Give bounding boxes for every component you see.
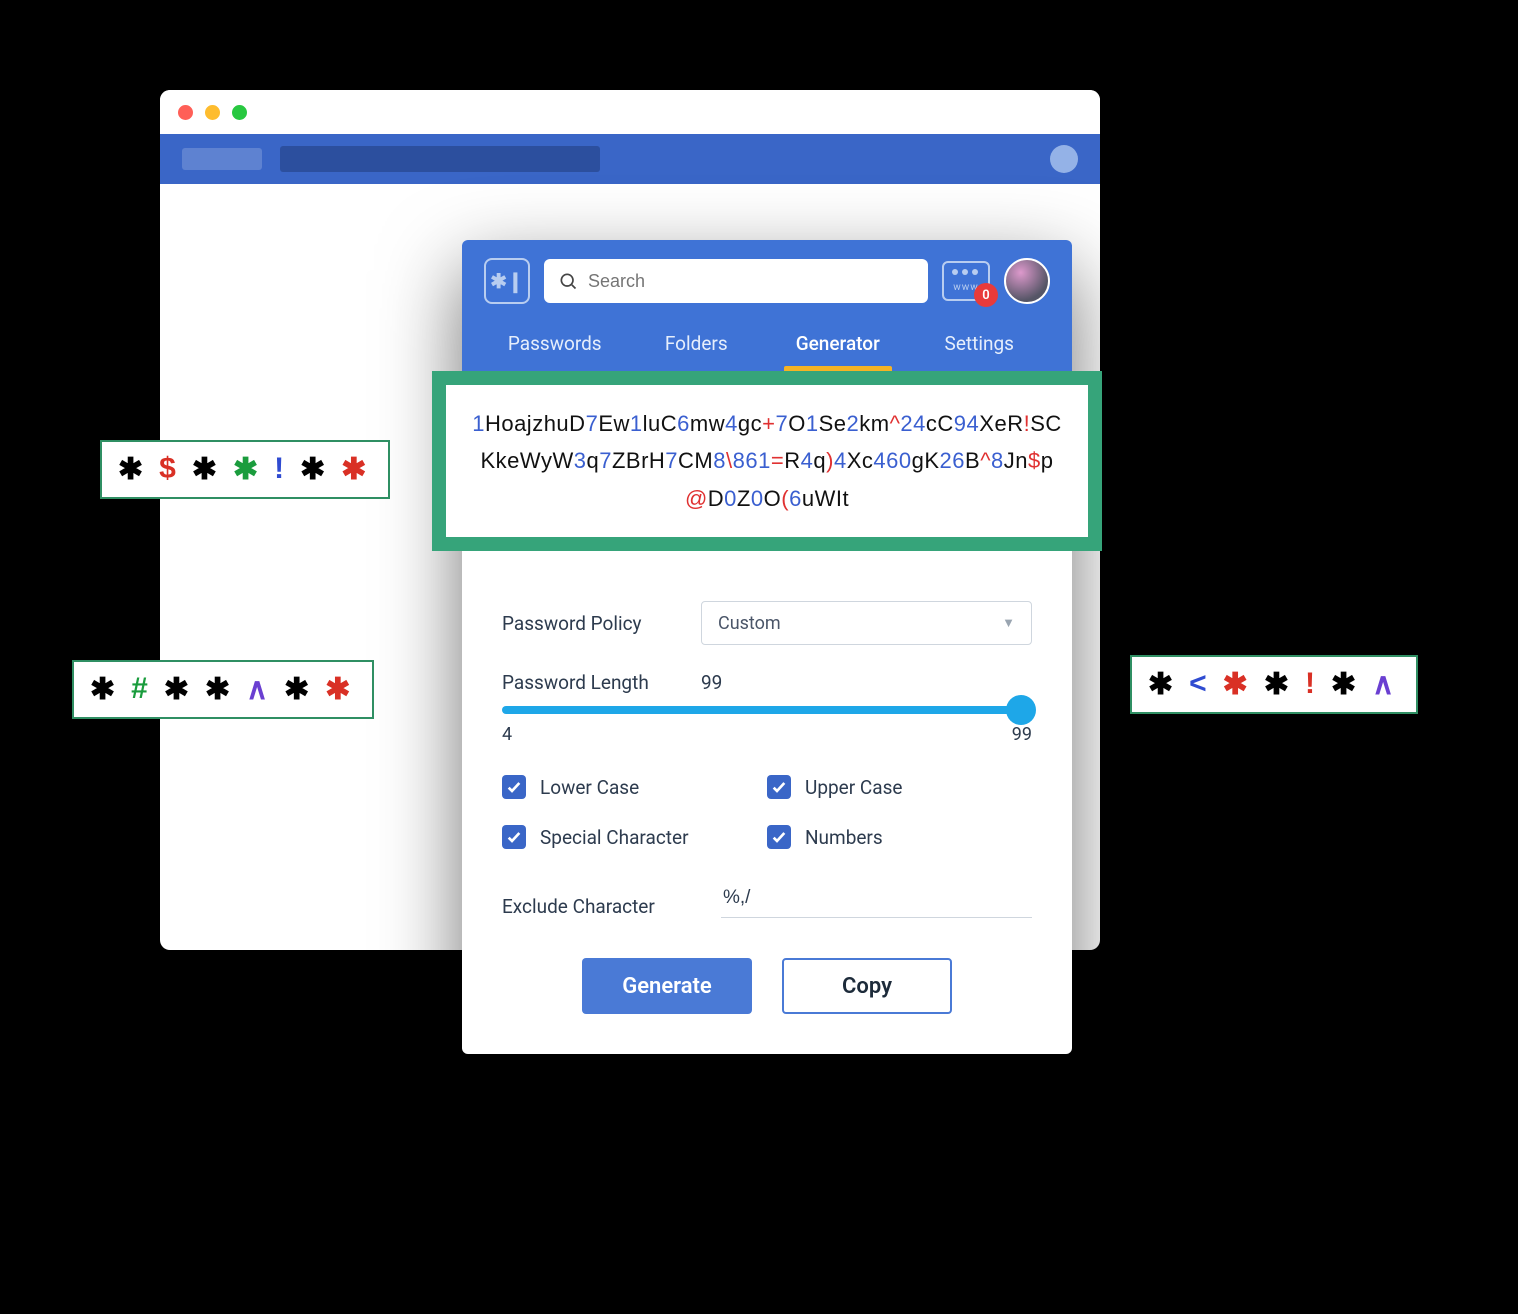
- decor-glyph-tag-1: ✱$✱✱!✱✱: [100, 440, 390, 499]
- checkbox-uppercase[interactable]: Upper Case: [767, 775, 1032, 799]
- toolbar-placeholder: [182, 148, 262, 170]
- checkmark-icon: [767, 825, 791, 849]
- checkmark-icon: [767, 775, 791, 799]
- tab-settings[interactable]: Settings: [909, 318, 1051, 371]
- checkbox-special[interactable]: Special Character: [502, 825, 767, 849]
- length-label: Password Length: [502, 671, 677, 694]
- generated-password-display[interactable]: 1HoajzhuD7Ew1luC6mw4gc+7O1Se2km^24cC94Xe…: [432, 371, 1102, 551]
- checkmark-icon: [502, 825, 526, 849]
- copy-button[interactable]: Copy: [782, 958, 952, 1014]
- tab-folders[interactable]: Folders: [626, 318, 768, 371]
- window-zoom-dot[interactable]: [232, 105, 247, 120]
- browser-titlebar: [160, 90, 1100, 134]
- tab-generator[interactable]: Generator: [767, 318, 909, 371]
- length-max: 99: [1012, 724, 1032, 745]
- length-value: 99: [701, 671, 722, 694]
- password-manager-panel: ✱❙ www 0 Passwords Folders Generator Set…: [462, 240, 1072, 1054]
- checkbox-numbers[interactable]: Numbers: [767, 825, 1032, 849]
- search-input[interactable]: [588, 271, 914, 292]
- special-label: Special Character: [540, 826, 689, 849]
- decor-glyph-tag-2: ✱#✱✱∧✱✱: [72, 660, 374, 719]
- address-bar-placeholder[interactable]: [280, 146, 600, 172]
- search-field[interactable]: [544, 259, 928, 303]
- window-close-dot[interactable]: [178, 105, 193, 120]
- toolbar-profile-icon[interactable]: [1050, 145, 1078, 173]
- window-minimize-dot[interactable]: [205, 105, 220, 120]
- policy-value: Custom: [718, 613, 781, 634]
- browser-toolbar: [160, 134, 1100, 184]
- exclude-input[interactable]: [721, 883, 1032, 918]
- decor-glyph-tag-3: ✱<✱✱!✱∧: [1130, 655, 1418, 714]
- length-slider[interactable]: [502, 706, 1032, 714]
- uppercase-label: Upper Case: [805, 776, 902, 799]
- generate-button[interactable]: Generate: [582, 958, 752, 1014]
- exclude-label: Exclude Character: [502, 895, 697, 918]
- browser-extension-icon[interactable]: www 0: [942, 261, 990, 301]
- numbers-label: Numbers: [805, 826, 883, 849]
- chevron-down-icon: ▼: [1002, 615, 1015, 631]
- policy-label: Password Policy: [502, 612, 677, 635]
- vault-icon[interactable]: ✱❙: [484, 258, 530, 304]
- generator-form: Password Policy Custom ▼ Password Length…: [462, 551, 1072, 1014]
- lowercase-label: Lower Case: [540, 776, 639, 799]
- user-avatar[interactable]: [1004, 258, 1050, 304]
- slider-thumb[interactable]: [1006, 695, 1036, 725]
- panel-header: ✱❙ www 0 Passwords Folders Generator Set…: [462, 240, 1072, 371]
- checkbox-lowercase[interactable]: Lower Case: [502, 775, 767, 799]
- notification-count: 0: [974, 283, 998, 307]
- search-icon: [558, 271, 578, 291]
- checkmark-icon: [502, 775, 526, 799]
- length-min: 4: [502, 724, 512, 745]
- tab-passwords[interactable]: Passwords: [484, 318, 626, 371]
- tab-bar: Passwords Folders Generator Settings: [484, 318, 1050, 371]
- policy-select[interactable]: Custom ▼: [701, 601, 1032, 645]
